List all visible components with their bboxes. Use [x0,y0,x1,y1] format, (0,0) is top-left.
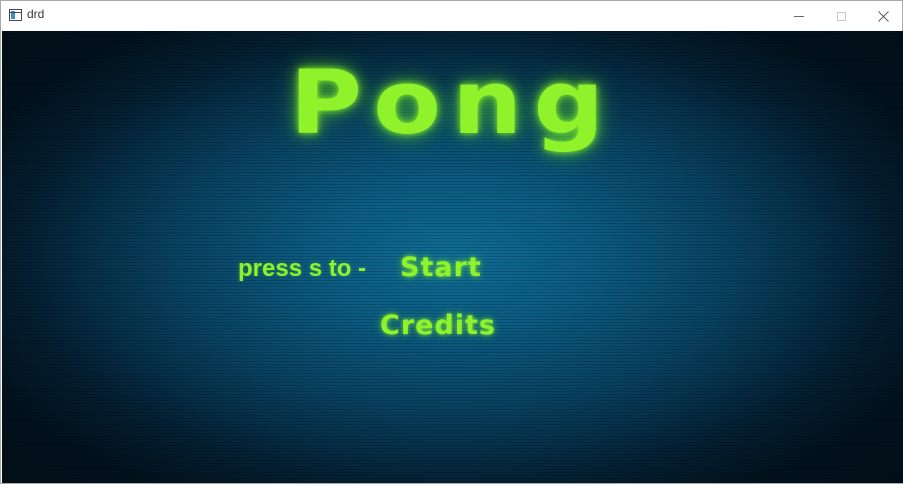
close-icon [877,10,889,22]
game-canvas[interactable]: Pong press s to - Start Credits [2,31,903,483]
window-title: drd [27,7,45,21]
minimize-button[interactable] [777,1,821,31]
menu-item-start[interactable]: Start [400,252,482,283]
minimize-icon [794,15,804,17]
menu-item-credits[interactable]: Credits [380,310,496,341]
key-prompt: press s to - [238,255,367,282]
app-window: drd Pong press s to - Start Credits [0,0,903,484]
app-icon [9,9,22,21]
close-button[interactable] [861,1,903,31]
maximize-icon [836,11,846,21]
maximize-button[interactable] [819,1,863,31]
game-title: Pong [289,51,616,154]
title-bar[interactable]: drd [1,1,902,31]
